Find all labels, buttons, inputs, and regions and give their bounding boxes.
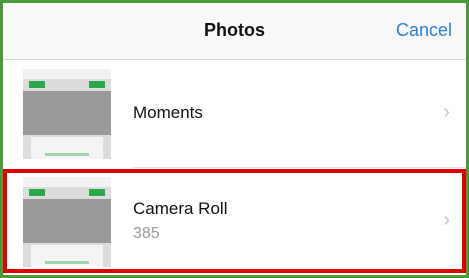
- thumbnail-status-strip: [23, 177, 111, 187]
- album-row-moments[interactable]: Moments ›: [3, 61, 466, 165]
- navigation-bar: Photos Cancel: [3, 3, 466, 60]
- album-label: Moments: [133, 103, 203, 122]
- cancel-button[interactable]: Cancel: [396, 20, 452, 41]
- thumbnail-gray-area: [23, 199, 111, 243]
- thumbnail-green-button-left: [29, 189, 45, 196]
- album-label: Camera Roll: [133, 199, 228, 218]
- thumbnail-gray-area: [23, 91, 111, 135]
- chevron-right-icon: ›: [443, 101, 450, 123]
- thumbnail-green-button-right: [89, 81, 105, 88]
- album-row-camera-roll[interactable]: Camera Roll 385 ›: [3, 169, 466, 273]
- row-divider: [133, 167, 466, 168]
- thumbnail-green-button-right: [89, 189, 105, 196]
- chevron-right-icon: ›: [443, 209, 450, 231]
- thumbnail-green-button-left: [29, 81, 45, 88]
- thumbnail-link-line: [45, 153, 89, 156]
- thumbnail-status-strip: [23, 69, 111, 79]
- album-photo-count: 385: [133, 225, 160, 242]
- album-thumbnail: [23, 177, 111, 267]
- thumbnail-link-line: [45, 261, 89, 264]
- photos-picker-screen: Photos Cancel Moments › Camera Roll 385 …: [0, 0, 469, 278]
- album-thumbnail: [23, 69, 111, 159]
